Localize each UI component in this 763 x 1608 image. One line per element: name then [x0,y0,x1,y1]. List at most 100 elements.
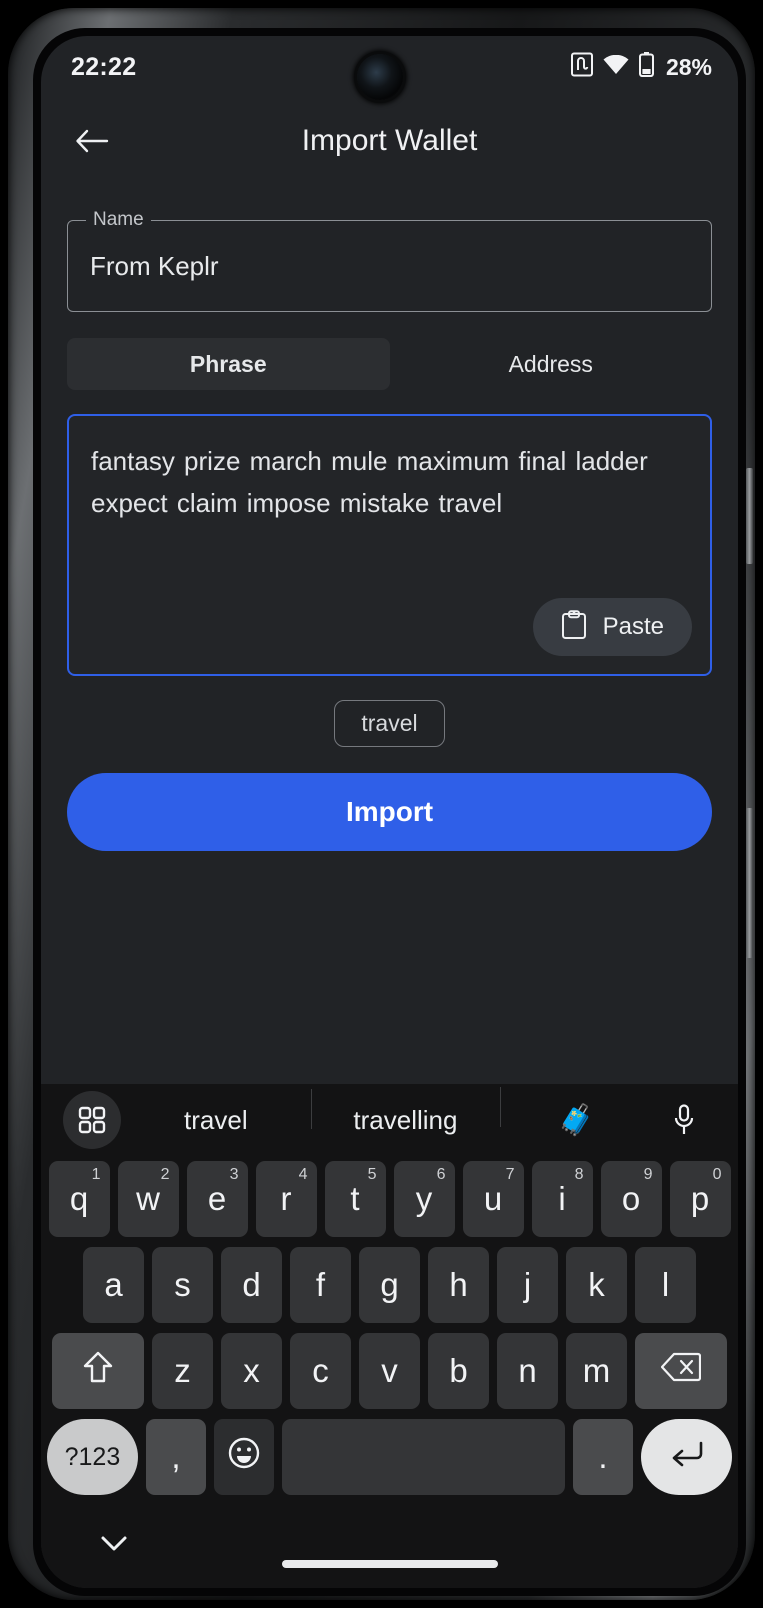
status-icon-group: 28% [570,52,712,82]
key-t-number: 5 [367,1166,377,1183]
tab-address[interactable]: Address [390,338,713,390]
key-y-number: 6 [436,1166,446,1183]
key-k[interactable]: k [566,1247,627,1323]
power-button[interactable] [746,808,753,958]
key-o-number: 9 [643,1166,653,1183]
period-key[interactable]: . [572,1419,634,1495]
clipboard-icon [561,609,587,645]
key-b[interactable]: b [428,1333,489,1409]
key-o-label: o [621,1180,641,1217]
key-p-label: p [690,1180,710,1217]
word-suggestion-chip[interactable]: travel [334,700,445,747]
key-o[interactable]: 9o [600,1161,662,1237]
key-u-number: 7 [505,1166,515,1183]
key-q[interactable]: 1q [48,1161,110,1237]
wallet-name-value: From Keplr [90,250,219,281]
emoji-smiley-icon [228,1437,260,1477]
key-i-number: 8 [574,1166,584,1183]
apps-grid-icon[interactable] [63,1091,121,1149]
backspace-icon [660,1352,702,1390]
key-z[interactable]: z [152,1333,213,1409]
key-u[interactable]: 7u [462,1161,524,1237]
key-e[interactable]: 3e [186,1161,248,1237]
key-w-number: 2 [160,1166,170,1183]
tab-phrase[interactable]: Phrase [67,338,390,390]
volume-button[interactable] [746,468,753,564]
key-a[interactable]: a [83,1247,144,1323]
key-n[interactable]: n [497,1333,558,1409]
key-q-label: q [69,1180,89,1217]
suggestion-word-2[interactable]: travelling [310,1088,501,1136]
shift-arrow-icon [82,1350,114,1392]
key-h[interactable]: h [428,1247,489,1323]
comma-key[interactable]: , [145,1419,207,1495]
key-l[interactable]: l [635,1247,696,1323]
key-r-number: 4 [298,1166,308,1183]
key-y[interactable]: 6y [393,1161,455,1237]
key-f[interactable]: f [290,1247,351,1323]
key-p[interactable]: 0p [669,1161,731,1237]
wallet-name-label: Name [86,209,151,231]
key-w[interactable]: 2w [117,1161,179,1237]
home-indicator-bar[interactable] [281,1560,498,1568]
nfc-icon [570,52,593,82]
wallet-name-field[interactable]: Name From Keplr [67,209,712,312]
tab-address-label: Address [508,350,593,377]
key-v[interactable]: v [359,1333,420,1409]
main-content: Name From Keplr Phrase Address fantasy p… [41,209,738,851]
backspace-key[interactable] [635,1333,727,1409]
battery-icon [638,52,654,82]
key-u-label: u [483,1180,503,1217]
key-w-label: w [136,1180,160,1217]
key-c[interactable]: c [290,1333,351,1409]
key-s[interactable]: s [152,1247,213,1323]
paste-button[interactable]: Paste [532,598,692,656]
import-button-label: Import [345,796,434,827]
phone-screen: 22:22 28% Import Wallet Name From Keplr … [41,36,738,1588]
paste-button-label: Paste [602,613,664,640]
front-camera-punch-hole [357,54,403,100]
numeric-switch-key[interactable]: ?123 [47,1419,138,1495]
import-button[interactable]: Import [67,773,712,851]
key-i[interactable]: 8i [531,1161,593,1237]
key-e-label: e [207,1180,227,1217]
key-x[interactable]: x [221,1333,282,1409]
key-r[interactable]: 4r [255,1161,317,1237]
phone-device-frame: 22:22 28% Import Wallet Name From Keplr … [8,8,755,1600]
enter-key[interactable] [641,1419,732,1495]
key-q-number: 1 [91,1166,101,1183]
recovery-phrase-input[interactable]: fantasy prize march mule maximum final l… [67,414,712,676]
key-r-label: r [280,1180,292,1217]
microphone-icon[interactable] [652,1104,716,1136]
battery-percent-label: 28% [665,53,712,80]
keyboard-row-4: ?123 , . [41,1414,738,1500]
key-t[interactable]: 5t [324,1161,386,1237]
key-p-number: 0 [712,1166,722,1183]
wifi-icon [603,54,629,80]
key-g[interactable]: g [359,1247,420,1323]
system-navigation-bar [41,1500,738,1584]
page-title: Import Wallet [301,124,478,157]
keyboard-row-1: 1q 2w 3e 4r 5t 6y 7u 8i 9o 0p [41,1156,738,1242]
key-j[interactable]: j [497,1247,558,1323]
recovery-phrase-value: fantasy prize march mule maximum final l… [91,446,648,518]
shift-key[interactable] [52,1333,144,1409]
chevron-down-icon[interactable] [97,1526,131,1560]
key-d[interactable]: d [221,1247,282,1323]
space-key[interactable] [282,1419,565,1495]
app-header: Import Wallet [41,98,738,184]
key-i-label: i [558,1180,566,1217]
suggestion-word-1[interactable]: travel [121,1105,311,1136]
key-t-label: t [350,1180,360,1217]
key-e-number: 3 [229,1166,239,1183]
back-arrow-icon[interactable] [69,118,115,164]
emoji-key[interactable] [214,1419,275,1495]
keyboard-row-3: z x c v b n m [41,1328,738,1414]
key-m[interactable]: m [566,1333,627,1409]
tab-phrase-label: Phrase [189,350,267,377]
key-y-label: y [415,1180,433,1217]
import-mode-tabs: Phrase Address [67,338,712,390]
status-clock: 22:22 [71,52,137,81]
suggestion-emoji[interactable]: 🧳 [500,1086,652,1138]
keyboard-row-2: a s d f g h j k l [41,1242,738,1328]
